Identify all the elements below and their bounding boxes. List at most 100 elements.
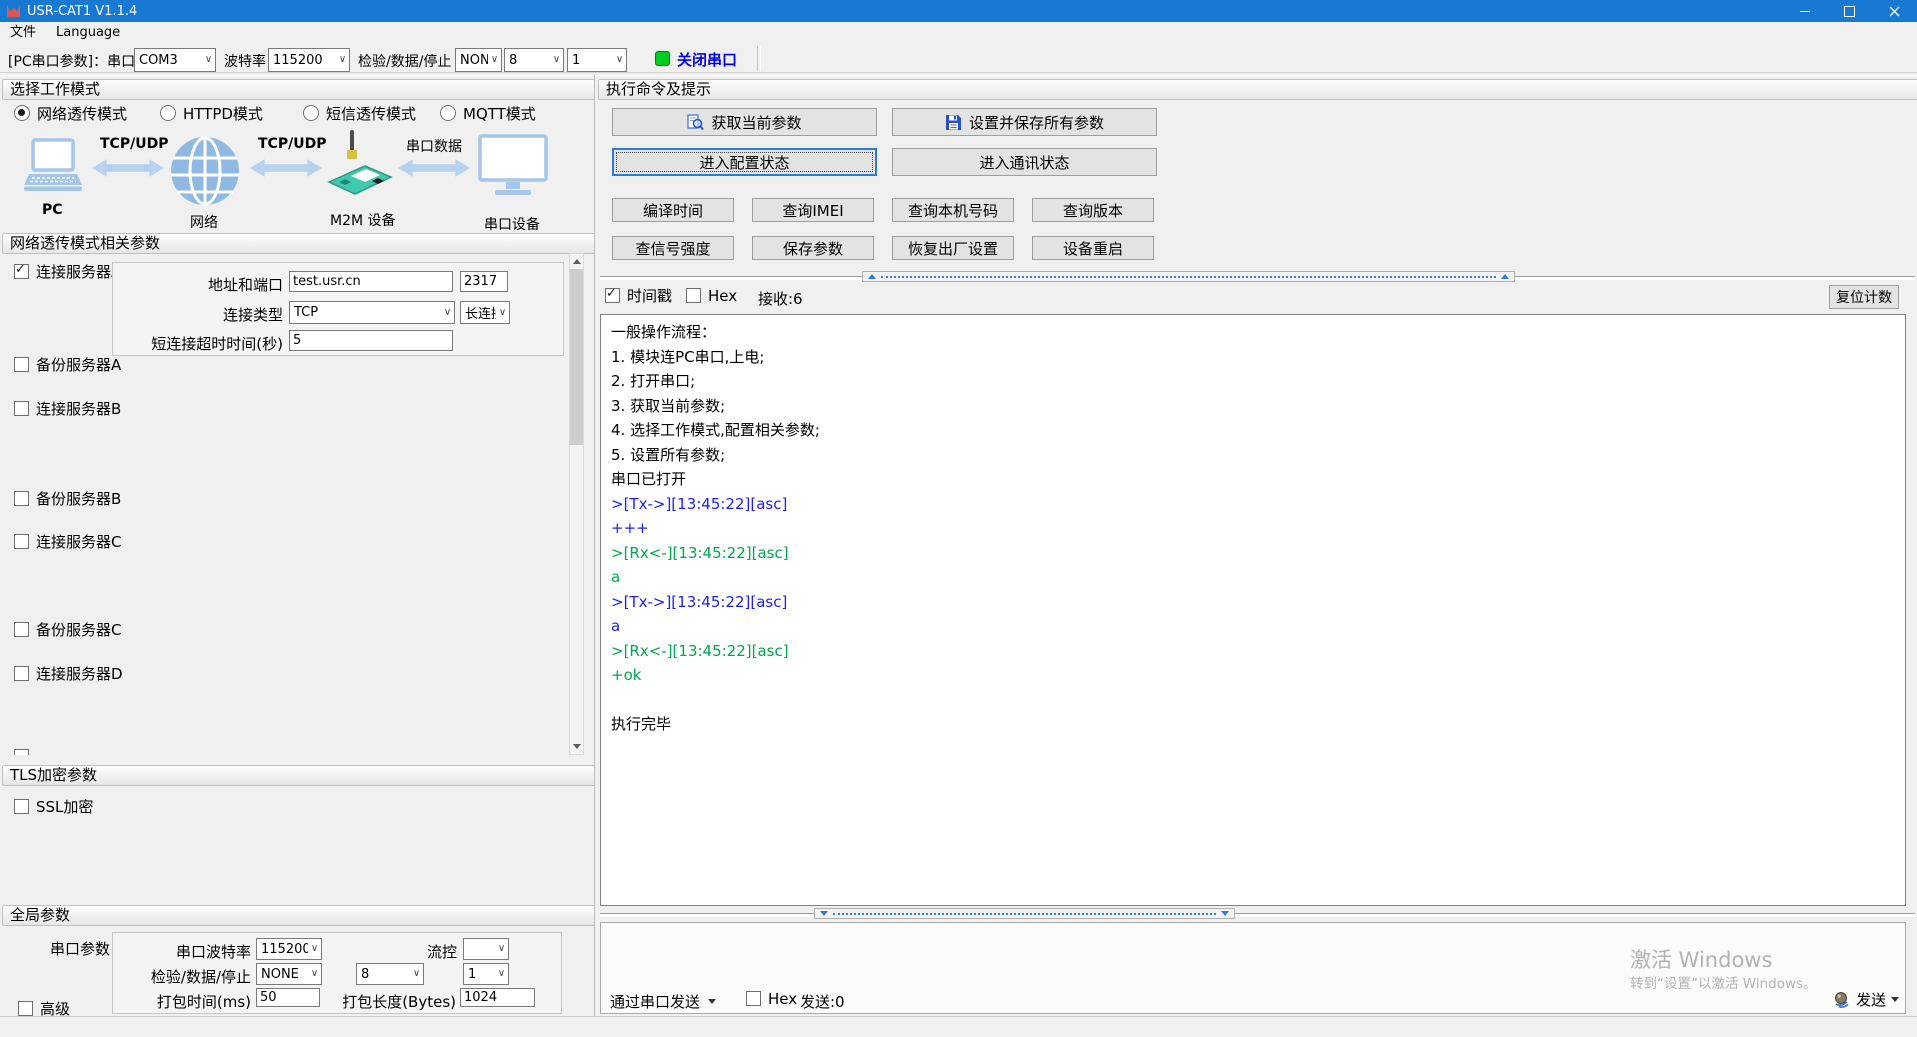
set-save-params-button[interactable]: 设置并保存所有参数	[892, 108, 1157, 136]
splitter-handle[interactable]	[862, 271, 1515, 282]
checkbox-hex-send[interactable]: Hex	[746, 990, 797, 1007]
pc-laptop-icon	[22, 138, 84, 204]
serial-group-label: 串口参数	[50, 938, 110, 959]
get-params-button[interactable]: 获取当前参数	[612, 108, 877, 136]
collapse-down-icon	[820, 911, 828, 916]
log-line: 4. 选择工作模式,配置相关参数;	[611, 418, 1895, 443]
close-port-button[interactable]: 关闭串口	[677, 49, 737, 70]
command-panel-header: 执行命令及提示	[598, 79, 1917, 100]
addr-port-label: 地址和端口	[121, 274, 283, 295]
menu-item-file[interactable]: 文件	[0, 22, 46, 43]
splitter-handle[interactable]	[814, 908, 1235, 919]
log-line: a	[611, 614, 1895, 639]
compile-time-button[interactable]: 编译时间	[612, 198, 734, 222]
query-number-button[interactable]: 查询本机号码	[892, 198, 1014, 222]
collapse-up-icon	[868, 274, 876, 279]
short-conn-timeout-label: 短连接超时时间(秒)	[121, 333, 283, 354]
enter-comm-state-button[interactable]: 进入通讯状态	[892, 148, 1157, 176]
server-a-address-input[interactable]	[289, 271, 453, 292]
radio-httpd[interactable]: HTTPD模式	[160, 104, 263, 122]
server-a-port-input[interactable]	[460, 271, 508, 292]
databits-select[interactable]: 8∨	[504, 48, 564, 72]
save-params-button[interactable]: 保存参数	[752, 236, 874, 260]
maximize-button[interactable]	[1827, 0, 1872, 22]
server-list-scrollbar[interactable]	[569, 253, 584, 755]
checkbox-backup-a[interactable]: 备份服务器A	[14, 356, 121, 373]
checkbox-hex-recv[interactable]: Hex	[686, 287, 737, 304]
minimize-icon	[1800, 11, 1810, 12]
keepalive-select[interactable]: 长连接∨	[460, 301, 510, 324]
g-parity-select[interactable]: NONE∨	[256, 963, 322, 985]
toolbar-separator	[757, 46, 761, 71]
query-version-button[interactable]: 查询版本	[1032, 198, 1154, 222]
checkbox-backup-b[interactable]: 备份服务器B	[14, 490, 121, 507]
log-area[interactable]: 一般操作流程：1. 模块连PC串口,上电;2. 打开串口;3. 获取当前参数;4…	[600, 314, 1906, 906]
scrollbar-thumb[interactable]	[570, 269, 583, 445]
checkbox-icon	[605, 288, 620, 303]
g-stopbits-select[interactable]: 1∨	[463, 963, 509, 985]
parity-select[interactable]: NONI∨	[455, 48, 502, 72]
close-button[interactable]	[1872, 0, 1917, 22]
flow-select[interactable]: ∨	[463, 938, 509, 960]
menu-bar: 文件 Language	[0, 22, 1917, 43]
checkbox-advanced[interactable]: 高级	[18, 1000, 70, 1017]
pack-len-input[interactable]	[460, 988, 535, 1007]
chevron-down-icon: ∨	[488, 55, 501, 65]
flow-label: 流控	[313, 941, 457, 962]
reset-counter-button[interactable]: 复位计数	[1829, 285, 1899, 309]
enter-config-state-button[interactable]: 进入配置状态	[612, 148, 877, 176]
radio-icon	[440, 105, 456, 121]
checkbox-ssl[interactable]: SSL加密	[14, 798, 93, 815]
baud-select[interactable]: 115200∨	[268, 48, 350, 72]
title-bar: USR-CAT1 V1.1.4	[0, 0, 1917, 22]
menu-item-language[interactable]: Language	[46, 22, 130, 43]
signal-strength-button[interactable]: 查信号强度	[612, 236, 734, 260]
checkbox-icon	[14, 357, 29, 372]
chevron-down-icon: ∨	[336, 55, 349, 65]
chevron-down-icon: ∨	[613, 55, 626, 65]
checkbox-server-d[interactable]: 连接服务器D	[14, 665, 123, 682]
checkbox-server-a[interactable]: 连接服务器A	[14, 263, 121, 280]
radio-icon	[14, 105, 30, 121]
checkbox-icon	[14, 401, 29, 416]
window-title: USR-CAT1 V1.1.4	[27, 4, 137, 19]
checkbox-icon	[14, 534, 29, 549]
factory-reset-button[interactable]: 恢复出厂设置	[892, 236, 1014, 260]
device-restart-button[interactable]: 设备重启	[1032, 236, 1154, 260]
checkbox-server-b[interactable]: 连接服务器B	[14, 400, 121, 417]
chevron-down-icon: ∨	[550, 55, 563, 65]
sent-counter: 发送:0	[800, 991, 845, 1012]
timeout-input[interactable]	[289, 330, 453, 351]
checkbox-icon	[686, 288, 701, 303]
radio-net-transparent[interactable]: 网络透传模式	[14, 104, 127, 122]
checkbox-server-c[interactable]: 连接服务器C	[14, 533, 121, 550]
com-port-select[interactable]: COM3∨	[134, 48, 216, 72]
radio-sms[interactable]: 短信透传模式	[303, 104, 416, 122]
stopbits-select[interactable]: 1∨	[567, 48, 627, 72]
conn-type-select[interactable]: TCP∨	[289, 301, 455, 324]
scroll-up-icon[interactable]	[570, 254, 583, 269]
g-databits-select[interactable]: 8∨	[356, 963, 424, 985]
chevron-down-icon: ∨	[495, 969, 508, 979]
query-imei-button[interactable]: 查询IMEI	[752, 198, 874, 222]
radio-mqtt[interactable]: MQTT模式	[440, 104, 536, 122]
send-icon	[1833, 991, 1851, 1009]
global-serial-panel: 串口波特率 115200∨ 流控 ∨ 检验/数据/停止 NONE∨ 8∨ 1∨ …	[112, 932, 562, 1014]
server-list-area: 连接服务器A 地址和端口 连接类型 TCP∨ 长连接∨ 短连接超时时间(秒) 备…	[2, 253, 568, 755]
radio-icon	[160, 105, 176, 121]
log-line: >[Rx<-][13:45:22][asc]	[611, 541, 1895, 566]
log-line: a	[611, 565, 1895, 590]
conn-type-label: 连接类型	[121, 304, 283, 325]
net-params-header: 网络透传模式相关参数	[2, 233, 595, 254]
checkbox-timestamp[interactable]: 时间戳	[605, 287, 672, 304]
chevron-down-icon: ∨	[202, 55, 215, 65]
minimize-button[interactable]	[1782, 0, 1827, 22]
scroll-down-icon[interactable]	[570, 739, 583, 754]
send-button[interactable]: 发送	[1833, 989, 1899, 1010]
recv-counter: 接收:6	[758, 288, 803, 309]
checkbox-icon	[14, 491, 29, 506]
g-baud-label: 串口波特率	[121, 941, 251, 962]
checkbox-backup-c[interactable]: 备份服务器C	[14, 621, 121, 638]
send-via-serial-dropdown[interactable]: 通过串口发送	[610, 991, 716, 1012]
checkbox-icon	[14, 666, 29, 681]
